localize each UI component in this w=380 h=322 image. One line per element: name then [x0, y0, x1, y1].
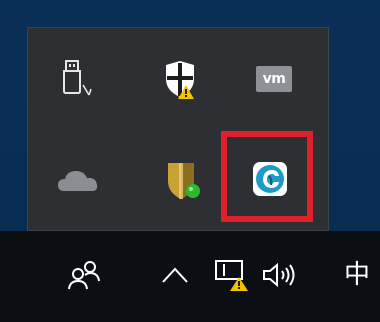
volume-icon[interactable]	[258, 253, 302, 297]
show-hidden-icons-chevron-up-icon[interactable]	[153, 253, 197, 297]
windows-defender-warning-icon[interactable]	[156, 55, 204, 103]
onedrive-cloud-icon[interactable]	[54, 158, 102, 206]
input-method-label: 中	[343, 260, 370, 290]
security-shield-app-icon[interactable]	[159, 156, 207, 204]
taskbar: 中	[0, 231, 380, 322]
people-icon[interactable]	[62, 253, 106, 297]
vmware-badge: vm	[256, 66, 292, 92]
tray-overflow-flyout: vm	[27, 27, 329, 231]
network-warning-icon[interactable]	[211, 253, 255, 297]
usb-safely-remove-icon[interactable]	[51, 55, 99, 103]
highlight-box	[221, 131, 313, 222]
input-method-indicator[interactable]: 中	[337, 253, 377, 297]
vmware-icon[interactable]: vm	[250, 55, 298, 103]
